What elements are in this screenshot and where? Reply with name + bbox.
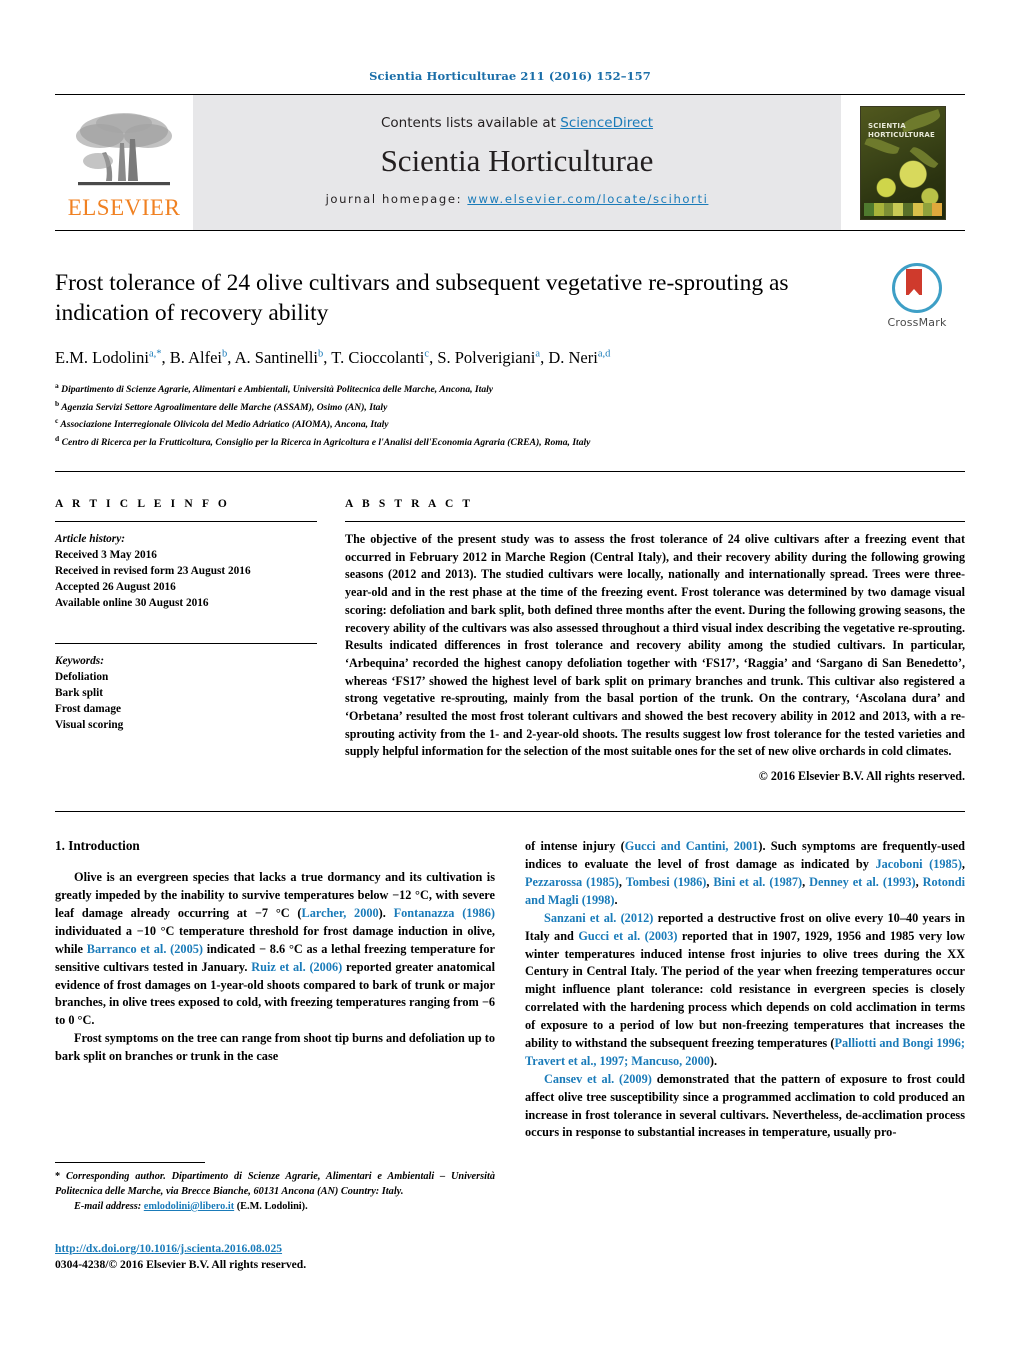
affiliation-text: Centro di Ricerca per la Frutticoltura, … xyxy=(61,437,591,449)
sciencedirect-link[interactable]: ScienceDirect xyxy=(560,115,653,131)
doi-block: http://dx.doi.org/10.1016/j.scienta.2016… xyxy=(55,1239,495,1273)
journal-cover-block: SCIENTIA HORTICULTURAE xyxy=(841,95,965,230)
crossmark-badge[interactable]: CrossMark xyxy=(869,263,965,329)
doi-link[interactable]: http://dx.doi.org/10.1016/j.scienta.2016… xyxy=(55,1242,282,1255)
affiliation-text: Dipartimento di Scienze Agrarie, Aliment… xyxy=(61,384,494,396)
abstract-column: A B S T R A C T The objective of the pre… xyxy=(345,498,965,784)
affiliation-line: a Dipartimento di Scienze Agrarie, Alime… xyxy=(55,380,855,398)
keyword-item: Defoliation xyxy=(55,671,109,684)
masthead-center: Contents lists available at ScienceDirec… xyxy=(193,95,841,230)
keyword-item: Bark split xyxy=(55,687,104,700)
body-column-right: of intense injury (Gucci and Cantini, 20… xyxy=(525,838,965,1142)
author-list: E.M. Lodolinia,*, B. Alfeib, A. Santinel… xyxy=(55,347,611,367)
article-history-item: Accepted 26 August 2016 xyxy=(55,581,176,594)
title-block: CrossMark Frost tolerance of 24 olive cu… xyxy=(55,263,965,451)
divider-above-info xyxy=(55,471,965,473)
email-link[interactable]: emlodolini@libero.it xyxy=(144,1201,234,1212)
journal-cover-thumbnail: SCIENTIA HORTICULTURAE xyxy=(860,105,946,220)
footnote-block: * Corresponding author. Dipartimento di … xyxy=(55,1161,495,1273)
intro-paragraph: Olive is an evergreen species that lacks… xyxy=(55,870,495,1028)
keywords-rule xyxy=(55,643,317,645)
contents-list-line: Contents lists available at ScienceDirec… xyxy=(381,115,653,131)
article-info-heading: A R T I C L E I N F O xyxy=(55,498,230,511)
affiliation-line: c Associazione Interregionale Olivicola … xyxy=(55,415,855,433)
keywords-label: Keywords: xyxy=(55,655,104,668)
article-history-block: Article history: Received 3 May 2016 Rec… xyxy=(55,531,317,611)
cover-color-strip xyxy=(864,202,942,216)
affiliation-mark: a xyxy=(55,380,59,390)
email-label: E-mail address: xyxy=(74,1200,142,1212)
affiliation-text: Associazione Interregionale Olivicola de… xyxy=(60,419,389,431)
keyword-item: Frost damage xyxy=(55,703,121,716)
affiliation-mark: d xyxy=(55,434,60,444)
footnote-rule xyxy=(55,1161,205,1163)
corresponding-author-note: * Corresponding author. Dipartimento di … xyxy=(55,1170,495,1197)
journal-homepage-line: journal homepage: www.elsevier.com/locat… xyxy=(326,192,709,206)
cover-leaf-icon xyxy=(909,143,939,171)
email-owner: (E.M. Lodolini). xyxy=(236,1200,308,1212)
email-note: E-mail address: emlodolini@libero.it (E.… xyxy=(55,1200,495,1215)
running-head: Scientia Horticulturae 211 (2016) 152–15… xyxy=(369,69,651,83)
keywords-block: Keywords: Defoliation Bark split Frost d… xyxy=(55,643,317,733)
body-column-left: 1. Introduction Olive is an evergreen sp… xyxy=(55,838,495,1142)
intro-paragraph: Frost symptoms on the tree can range fro… xyxy=(55,1031,495,1064)
crossmark-icon xyxy=(892,263,942,313)
article-history-label: Article history: xyxy=(55,533,125,546)
article-history-item: Available online 30 August 2016 xyxy=(55,597,209,610)
abstract-text: The objective of the present study was t… xyxy=(345,532,965,759)
crossmark-label: CrossMark xyxy=(887,316,947,329)
journal-homepage-link[interactable]: www.elsevier.com/locate/scihorti xyxy=(467,192,708,206)
info-abstract-row: A R T I C L E I N F O Article history: R… xyxy=(55,498,965,784)
journal-masthead: ELSEVIER Contents lists available at Sci… xyxy=(55,94,965,231)
affiliation-line: b Agenzia Servizi Settore Agroalimentare… xyxy=(55,398,855,416)
article-info-rule xyxy=(55,521,317,523)
affiliation-line: d Centro di Ricerca per la Frutticoltura… xyxy=(55,433,855,451)
article-history-item: Received in revised form 23 August 2016 xyxy=(55,565,251,578)
article-info-column: A R T I C L E I N F O Article history: R… xyxy=(55,498,317,784)
elsevier-wordmark: ELSEVIER xyxy=(67,194,181,220)
intro-paragraph: Sanzani et al. (2012) reported a destruc… xyxy=(525,910,966,1068)
page-title: Frost tolerance of 24 olive cultivars an… xyxy=(55,270,789,326)
cover-title: SCIENTIA HORTICULTURAE xyxy=(868,122,935,141)
publisher-logo-block: ELSEVIER xyxy=(55,95,193,230)
cover-title-line1: SCIENTIA xyxy=(868,121,906,130)
section-heading-introduction: 1. Introduction xyxy=(55,838,140,854)
issn-copyright-line: 0304-4238/© 2016 Elsevier B.V. All right… xyxy=(55,1257,307,1271)
keyword-item: Visual scoring xyxy=(55,719,124,732)
contents-prefix: Contents lists available at xyxy=(380,115,561,131)
intro-paragraph: of intense injury (Gucci and Cantini, 20… xyxy=(525,839,966,907)
divider-above-body xyxy=(55,811,965,813)
article-history-item: Received 3 May 2016 xyxy=(55,549,157,562)
journal-article-page: Scientia Horticulturae 211 (2016) 152–15… xyxy=(0,0,1020,1351)
affiliation-mark: c xyxy=(55,416,59,426)
journal-title: Scientia Horticulturae xyxy=(380,143,654,178)
copyright-line: © 2016 Elsevier B.V. All rights reserved… xyxy=(758,769,965,784)
abstract-rule xyxy=(345,521,965,523)
body-columns: 1. Introduction Olive is an evergreen sp… xyxy=(55,838,965,1142)
elsevier-tree-logo xyxy=(76,112,172,185)
keywords-list: Keywords: Defoliation Bark split Frost d… xyxy=(55,653,317,733)
cover-title-line2: HORTICULTURAE xyxy=(868,130,936,139)
abstract-heading: A B S T R A C T xyxy=(345,498,474,511)
intro-paragraph: Cansev et al. (2009) demonstrated that t… xyxy=(525,1071,965,1140)
affiliation-text: Agenzia Servizi Settore Agroalimentare d… xyxy=(61,401,388,413)
affiliation-mark: b xyxy=(55,398,60,408)
homepage-prefix: journal homepage: xyxy=(325,192,468,206)
